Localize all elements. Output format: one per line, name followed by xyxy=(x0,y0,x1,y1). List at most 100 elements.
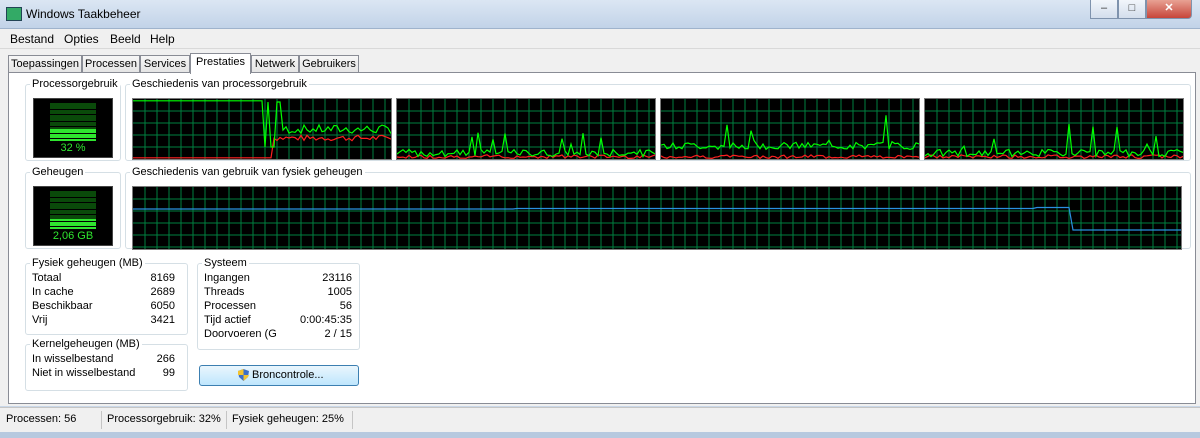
cpu-history-title: Geschiedenis van processorgebruik xyxy=(132,78,307,90)
stat-value: 23116 xyxy=(322,272,352,284)
cpu-usage-group: Processorgebruik 32 % xyxy=(25,78,121,161)
stat-label: Processen xyxy=(204,300,256,312)
memory-meter-segment xyxy=(50,224,96,227)
menu-opties[interactable]: Opties xyxy=(64,32,99,46)
menu-beeld[interactable]: Beeld xyxy=(110,32,141,46)
physical-memory-title: Fysiek geheugen (MB) xyxy=(32,257,143,269)
stat-label: Totaal xyxy=(32,272,62,284)
stat-value: 1005 xyxy=(327,286,352,298)
stat-row-tijd-actief: Tijd actief 0:00:45:35 xyxy=(204,314,352,328)
client-area: Toepassingen Processen Services Prestati… xyxy=(0,49,1200,406)
system-stats: Ingangen 23116 Threads 1005 Processen 56 Ti… xyxy=(204,272,352,344)
memory-history-title: Geschiedenis van gebruik van fysiek gehe… xyxy=(132,166,363,178)
stat-row-niet-in-wisselbestand: Niet in wisselbestand 99 xyxy=(32,367,175,381)
memory-meter: 2,06 GB xyxy=(33,186,113,246)
memory-meter-segment xyxy=(50,219,96,222)
stat-value: 99 xyxy=(162,367,175,379)
menu-bar: Bestand Opties Beeld Help xyxy=(0,29,1200,49)
stat-row-ingangen: Ingangen 23116 xyxy=(204,272,352,286)
task-manager-icon xyxy=(6,7,22,21)
tab-prestaties[interactable]: Prestaties xyxy=(190,53,251,74)
cpu-usage-meter: 32 % xyxy=(33,98,113,158)
memory-meter-segment xyxy=(50,207,96,210)
minimize-button[interactable]: – xyxy=(1090,0,1118,19)
cpu-usage-line xyxy=(397,132,655,159)
memory-meter-segment xyxy=(50,217,96,219)
cpu-meter-segment xyxy=(50,126,96,129)
cpu-meter-segment xyxy=(50,136,96,139)
cpu-meter-segment xyxy=(50,121,96,124)
memory-meter-segment xyxy=(50,212,96,215)
memory-meter-segment xyxy=(50,221,96,224)
cpu-kernel-line xyxy=(661,154,919,159)
stat-row-vrij: Vrij 3421 xyxy=(32,314,175,328)
stat-label: In cache xyxy=(32,286,74,298)
cpu-meter-segment xyxy=(50,138,96,141)
tab-netwerk[interactable]: Netwerk xyxy=(251,55,299,73)
stat-value: 0:00:45:35 xyxy=(300,314,352,326)
uac-shield-icon xyxy=(238,369,249,381)
cpu-core-graph xyxy=(660,98,920,160)
stat-label: Ingangen xyxy=(204,272,250,284)
memory-group: Geheugen 2,06 GB xyxy=(25,166,121,249)
maximize-button[interactable]: □ xyxy=(1118,0,1146,19)
stat-label: Vrij xyxy=(32,314,48,326)
memory-meter-segment xyxy=(50,200,96,203)
menu-bestand[interactable]: Bestand xyxy=(10,32,54,46)
tab-processen[interactable]: Processen xyxy=(82,55,140,73)
tab-services[interactable]: Services xyxy=(140,55,190,73)
memory-meter-segment xyxy=(50,209,96,212)
cpu-usage-title: Processorgebruik xyxy=(32,78,118,90)
stat-value: 8169 xyxy=(150,272,175,284)
stat-row-in-wisselbestand: In wisselbestand 266 xyxy=(32,353,175,367)
menu-help[interactable]: Help xyxy=(150,32,175,46)
cpu-meter-segment xyxy=(50,114,96,117)
cpu-meter-segment xyxy=(50,119,96,122)
stat-value: 2 / 15 xyxy=(321,328,352,340)
stat-value: 3421 xyxy=(150,314,175,326)
stat-value: 266 xyxy=(156,353,175,365)
status-divider xyxy=(101,411,102,429)
cpu-core-graph xyxy=(132,98,392,160)
cpu-usage-line xyxy=(661,115,919,151)
memory-meter-segment xyxy=(50,197,96,200)
cpu-meter-segment xyxy=(50,109,96,112)
memory-meter-segment xyxy=(50,195,96,198)
stat-row-threads: Threads 1005 xyxy=(204,286,352,300)
tab-toepassingen[interactable]: Toepassingen xyxy=(8,55,82,73)
cpu-usage-value: 32 % xyxy=(60,142,86,154)
kernel-memory-group: Kernelgeheugen (MB) In wisselbestand 266 … xyxy=(25,338,188,391)
cpu-meter-segment xyxy=(50,105,96,107)
cpu-meter-segment xyxy=(50,124,96,127)
status-cpu: Processorgebruik: 32% xyxy=(107,413,221,425)
status-bar: Processen: 56 Processorgebruik: 32% Fysi… xyxy=(0,407,1200,432)
stat-value: 6050 xyxy=(150,300,175,312)
stat-row-in-cache: In cache 2689 xyxy=(32,286,175,300)
kernel-memory-title: Kernelgeheugen (MB) xyxy=(32,338,140,350)
cpu-meter-segment xyxy=(50,117,96,119)
resource-monitor-button[interactable]: Broncontrole... xyxy=(199,365,359,386)
stat-row-processen: Processen 56 xyxy=(204,300,352,314)
stat-row-doorvoeren: Doorvoeren (G 2 / 15 xyxy=(204,328,352,342)
cpu-core-graph xyxy=(396,98,656,160)
tab-gebruikers[interactable]: Gebruikers xyxy=(299,55,359,73)
status-divider xyxy=(352,411,353,429)
memory-meter-segment xyxy=(50,214,96,217)
close-button[interactable]: ✕ xyxy=(1146,0,1192,19)
memory-meter-segment xyxy=(50,190,96,193)
cpu-meter-segment xyxy=(50,107,96,110)
cpu-meter-segment xyxy=(50,133,96,136)
status-divider xyxy=(226,411,227,429)
window-title: Windows Taakbeheer xyxy=(26,7,141,21)
memory-value: 2,06 GB xyxy=(52,230,94,242)
status-memory: Fysiek geheugen: 25% xyxy=(232,413,344,425)
cpu-meter-segment xyxy=(50,131,96,134)
memory-title: Geheugen xyxy=(32,166,84,178)
cpu-usage-line xyxy=(925,123,1183,159)
performance-page: Processorgebruik 32 % Geschiedenis van p… xyxy=(8,72,1196,404)
stat-label: Beschikbaar xyxy=(32,300,93,312)
cpu-history-group: Geschiedenis van processorgebruik xyxy=(125,78,1191,161)
memory-history-graph xyxy=(132,186,1182,250)
stat-label: Tijd actief xyxy=(204,314,251,326)
memory-meter-segment xyxy=(50,226,96,229)
